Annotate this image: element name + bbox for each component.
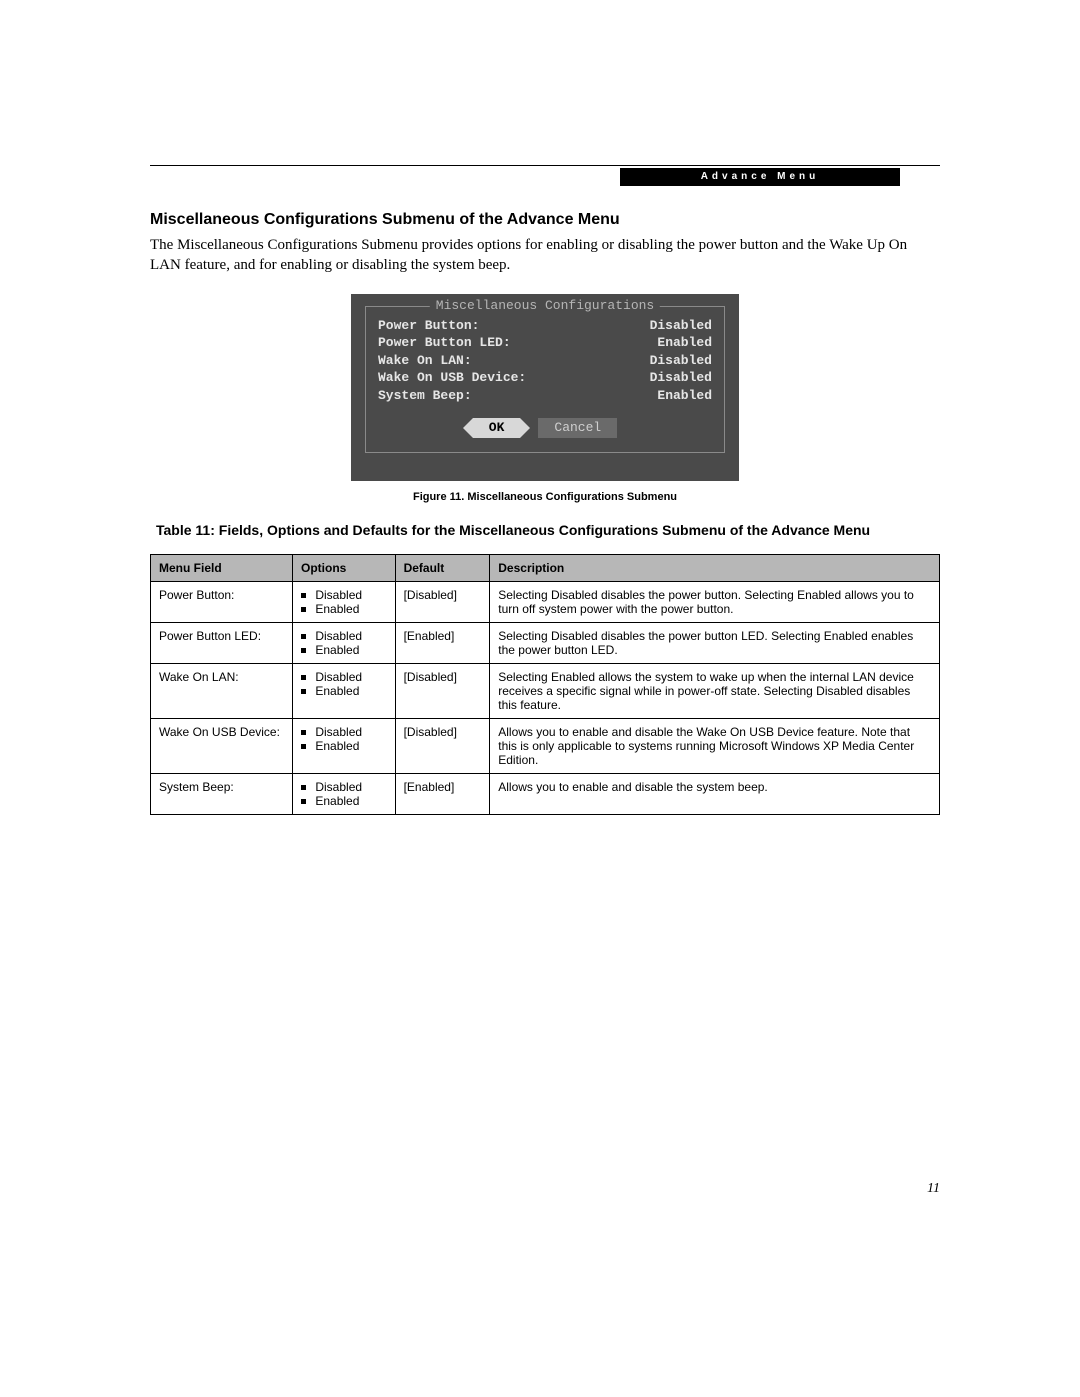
bios-label: Wake On USB Device: [378, 369, 526, 387]
option-item: Enabled [301, 602, 387, 616]
cell-menu-field: System Beep: [151, 774, 293, 815]
bios-row-power-button-led: Power Button LED: Enabled [378, 334, 712, 352]
cell-default: [Disabled] [395, 719, 490, 774]
option-item: Disabled [301, 780, 387, 794]
cell-options: Disabled Enabled [293, 774, 396, 815]
bios-label: Power Button LED: [378, 334, 511, 352]
bios-value: Disabled [650, 317, 712, 335]
bios-row-wake-on-usb: Wake On USB Device: Disabled [378, 369, 712, 387]
table-row: Wake On LAN: Disabled Enabled[Disabled]S… [151, 664, 940, 719]
header-badge: Advance Menu [620, 168, 900, 186]
document-page: Advance Menu Miscellaneous Configuration… [0, 0, 1080, 1397]
cell-options: Disabled Enabled [293, 623, 396, 664]
cell-options: Disabled Enabled [293, 719, 396, 774]
option-item: Disabled [301, 670, 387, 684]
bios-label: System Beep: [378, 387, 472, 405]
th-default: Default [395, 555, 490, 582]
cell-default: [Enabled] [395, 774, 490, 815]
table-row: Power Button LED: Disabled Enabled[Enabl… [151, 623, 940, 664]
cell-default: [Disabled] [395, 664, 490, 719]
cell-menu-field: Power Button LED: [151, 623, 293, 664]
cell-options: Disabled Enabled [293, 664, 396, 719]
th-menu-field: Menu Field [151, 555, 293, 582]
cell-description: Selecting Disabled disables the power bu… [490, 582, 940, 623]
bios-fieldset: Miscellaneous Configurations Power Butto… [365, 306, 725, 454]
option-item: Enabled [301, 739, 387, 753]
option-item: Enabled [301, 794, 387, 808]
bios-screenshot: Miscellaneous Configurations Power Butto… [351, 294, 739, 482]
option-item: Disabled [301, 629, 387, 643]
figure-caption: Figure 11. Miscellaneous Configurations … [150, 491, 940, 503]
bios-label: Wake On LAN: [378, 352, 472, 370]
cell-default: [Enabled] [395, 623, 490, 664]
cell-options: Disabled Enabled [293, 582, 396, 623]
cell-default: [Disabled] [395, 582, 490, 623]
cell-description: Selecting Enabled allows the system to w… [490, 664, 940, 719]
th-options: Options [293, 555, 396, 582]
cancel-button[interactable]: Cancel [538, 418, 617, 438]
bios-value: Disabled [650, 369, 712, 387]
section-paragraph: The Miscellaneous Configurations Submenu… [150, 235, 940, 276]
th-description: Description [490, 555, 940, 582]
bios-legend: Miscellaneous Configurations [430, 298, 660, 313]
bios-row-wake-on-lan: Wake On LAN: Disabled [378, 352, 712, 370]
table-row: Wake On USB Device: Disabled Enabled[Dis… [151, 719, 940, 774]
cell-description: Allows you to enable and disable the Wak… [490, 719, 940, 774]
cell-menu-field: Wake On LAN: [151, 664, 293, 719]
bios-value: Enabled [657, 334, 712, 352]
option-item: Disabled [301, 588, 387, 602]
spec-table: Menu Field Options Default Description P… [150, 554, 940, 815]
bios-value: Disabled [650, 352, 712, 370]
bios-row-power-button: Power Button: Disabled [378, 317, 712, 335]
bios-value: Enabled [657, 387, 712, 405]
top-rule [150, 165, 940, 166]
cell-description: Selecting Disabled disables the power bu… [490, 623, 940, 664]
bios-buttons: OK Cancel [378, 418, 712, 438]
section-title: Miscellaneous Configurations Submenu of … [150, 211, 940, 229]
option-item: Enabled [301, 643, 387, 657]
bios-label: Power Button: [378, 317, 479, 335]
table-header-row: Menu Field Options Default Description [151, 555, 940, 582]
option-item: Disabled [301, 725, 387, 739]
bios-row-system-beep: System Beep: Enabled [378, 387, 712, 405]
option-item: Enabled [301, 684, 387, 698]
cell-menu-field: Wake On USB Device: [151, 719, 293, 774]
table-row: Power Button: Disabled Enabled[Disabled]… [151, 582, 940, 623]
ok-button[interactable]: OK [473, 418, 521, 438]
page-number: 11 [927, 1181, 940, 1197]
cell-menu-field: Power Button: [151, 582, 293, 623]
cell-description: Allows you to enable and disable the sys… [490, 774, 940, 815]
table-title: Table 11: Fields, Options and Defaults f… [150, 521, 940, 540]
table-row: System Beep: Disabled Enabled[Enabled]Al… [151, 774, 940, 815]
